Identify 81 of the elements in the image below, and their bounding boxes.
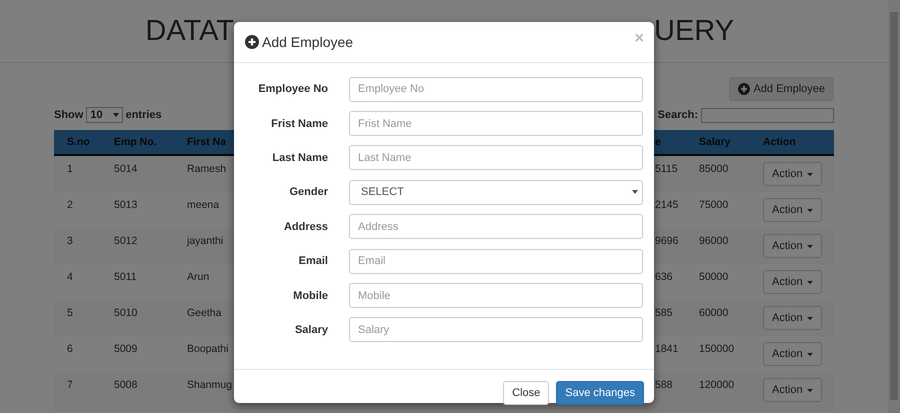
close-button[interactable]: Close (503, 381, 550, 405)
table-cell-text: 7 (67, 378, 73, 391)
field-label: Gender (288, 186, 328, 198)
table-cell-text: 75000 (699, 198, 728, 211)
field-label: Last Name (271, 152, 328, 164)
show-label: Show (54, 109, 84, 121)
caret-icon (806, 388, 813, 392)
field-label: Mobile (292, 290, 328, 302)
table-cell-text: 5009 (114, 342, 138, 355)
page-title: DATAT (145, 14, 234, 48)
table-cell-text: 636 (655, 270, 673, 283)
caret-icon (806, 280, 813, 284)
field-label: Address (282, 220, 328, 233)
field-label: Email (298, 255, 328, 268)
field-label: Salary (294, 324, 328, 336)
scrollbar[interactable] (888, 0, 900, 413)
caret-icon (806, 352, 813, 356)
plus-circle-icon (738, 83, 750, 95)
caret-icon (806, 316, 813, 320)
table-cell-text: 585 (655, 306, 673, 319)
table-cell-text: 85000 (699, 162, 728, 175)
table-cell-text: 1841 (655, 342, 678, 355)
table-cell-text: 50000 (699, 270, 728, 283)
table-cell-text: 4 (67, 270, 73, 283)
add-employee-button[interactable]: Add Employee (729, 77, 834, 101)
table-cell-text: 150000 (699, 342, 734, 355)
input-field[interactable]: Address (349, 214, 643, 240)
table-cell-text: 2145 (655, 198, 678, 211)
field-label: Frist Name (270, 118, 328, 130)
table-cell-text: 60000 (699, 306, 728, 319)
input-field[interactable]: Frist Name (349, 111, 643, 136)
caret-icon (806, 208, 813, 212)
action-dropdown-button[interactable]: Action (763, 342, 822, 366)
table-cell-text: 6 (67, 342, 73, 355)
search-field[interactable] (701, 108, 834, 122)
gender-select[interactable]: SELECT (349, 180, 643, 205)
entries-label: entries (126, 109, 162, 121)
input-field[interactable]: Mobile (349, 283, 643, 308)
caret-icon (806, 172, 813, 176)
input-field[interactable]: Employee No (349, 76, 643, 102)
input-field[interactable]: Email (349, 248, 643, 274)
input-field[interactable]: Last Name (349, 145, 643, 170)
search-label: Search: (658, 109, 698, 121)
plus-circle-icon (245, 35, 259, 49)
table-cell-text: 5013 (114, 198, 138, 211)
table-cell-text: 5010 (114, 306, 138, 319)
action-dropdown-button[interactable]: Action (763, 270, 822, 294)
page-title: UERY (654, 14, 734, 48)
table-cell-text: 120000 (699, 378, 734, 391)
caret-icon (632, 190, 638, 194)
action-dropdown-button[interactable]: Action (763, 198, 822, 222)
table-cell-text: 9696 (655, 234, 678, 247)
entries-select[interactable]: 10 (86, 107, 123, 123)
table-cell-text: 5014 (114, 162, 138, 175)
table-cell-text: 2 (67, 198, 73, 211)
field-label: Employee No (257, 83, 328, 96)
caret-icon (806, 244, 813, 248)
table-cell-text: 5115 (655, 162, 678, 175)
modal-title: Add Employee (262, 34, 354, 50)
table-cell-text: meena (187, 198, 220, 211)
table-cell-text: Shanmug (187, 378, 232, 391)
action-dropdown-button[interactable]: Action (763, 306, 822, 330)
table-cell-text: 96000 (699, 234, 728, 247)
table-cell-text: 5 (67, 306, 73, 319)
action-dropdown-button[interactable]: Action (763, 234, 822, 258)
table-cell-text: 1 (67, 162, 73, 175)
table-cell-text: Arun (187, 270, 210, 283)
table-cell-text: 5012 (114, 234, 138, 247)
table-cell-text: Geetha (187, 306, 222, 319)
input-field[interactable]: Salary (349, 317, 643, 342)
action-dropdown-button[interactable]: Action (763, 378, 822, 402)
save-button[interactable]: Save changes (556, 381, 644, 405)
table-cell-text: Boopathi (187, 342, 228, 355)
table-cell-text: 5011 (114, 270, 137, 283)
table-cell-text: 3 (67, 234, 73, 247)
table-cell-text: 588 (655, 378, 673, 391)
table-cell-text: Ramesh (187, 162, 226, 175)
table-cell-text: 5008 (114, 378, 138, 391)
table-cell-text: jayanthi (187, 234, 224, 247)
caret-icon (112, 113, 119, 117)
action-dropdown-button[interactable]: Action (763, 162, 822, 186)
